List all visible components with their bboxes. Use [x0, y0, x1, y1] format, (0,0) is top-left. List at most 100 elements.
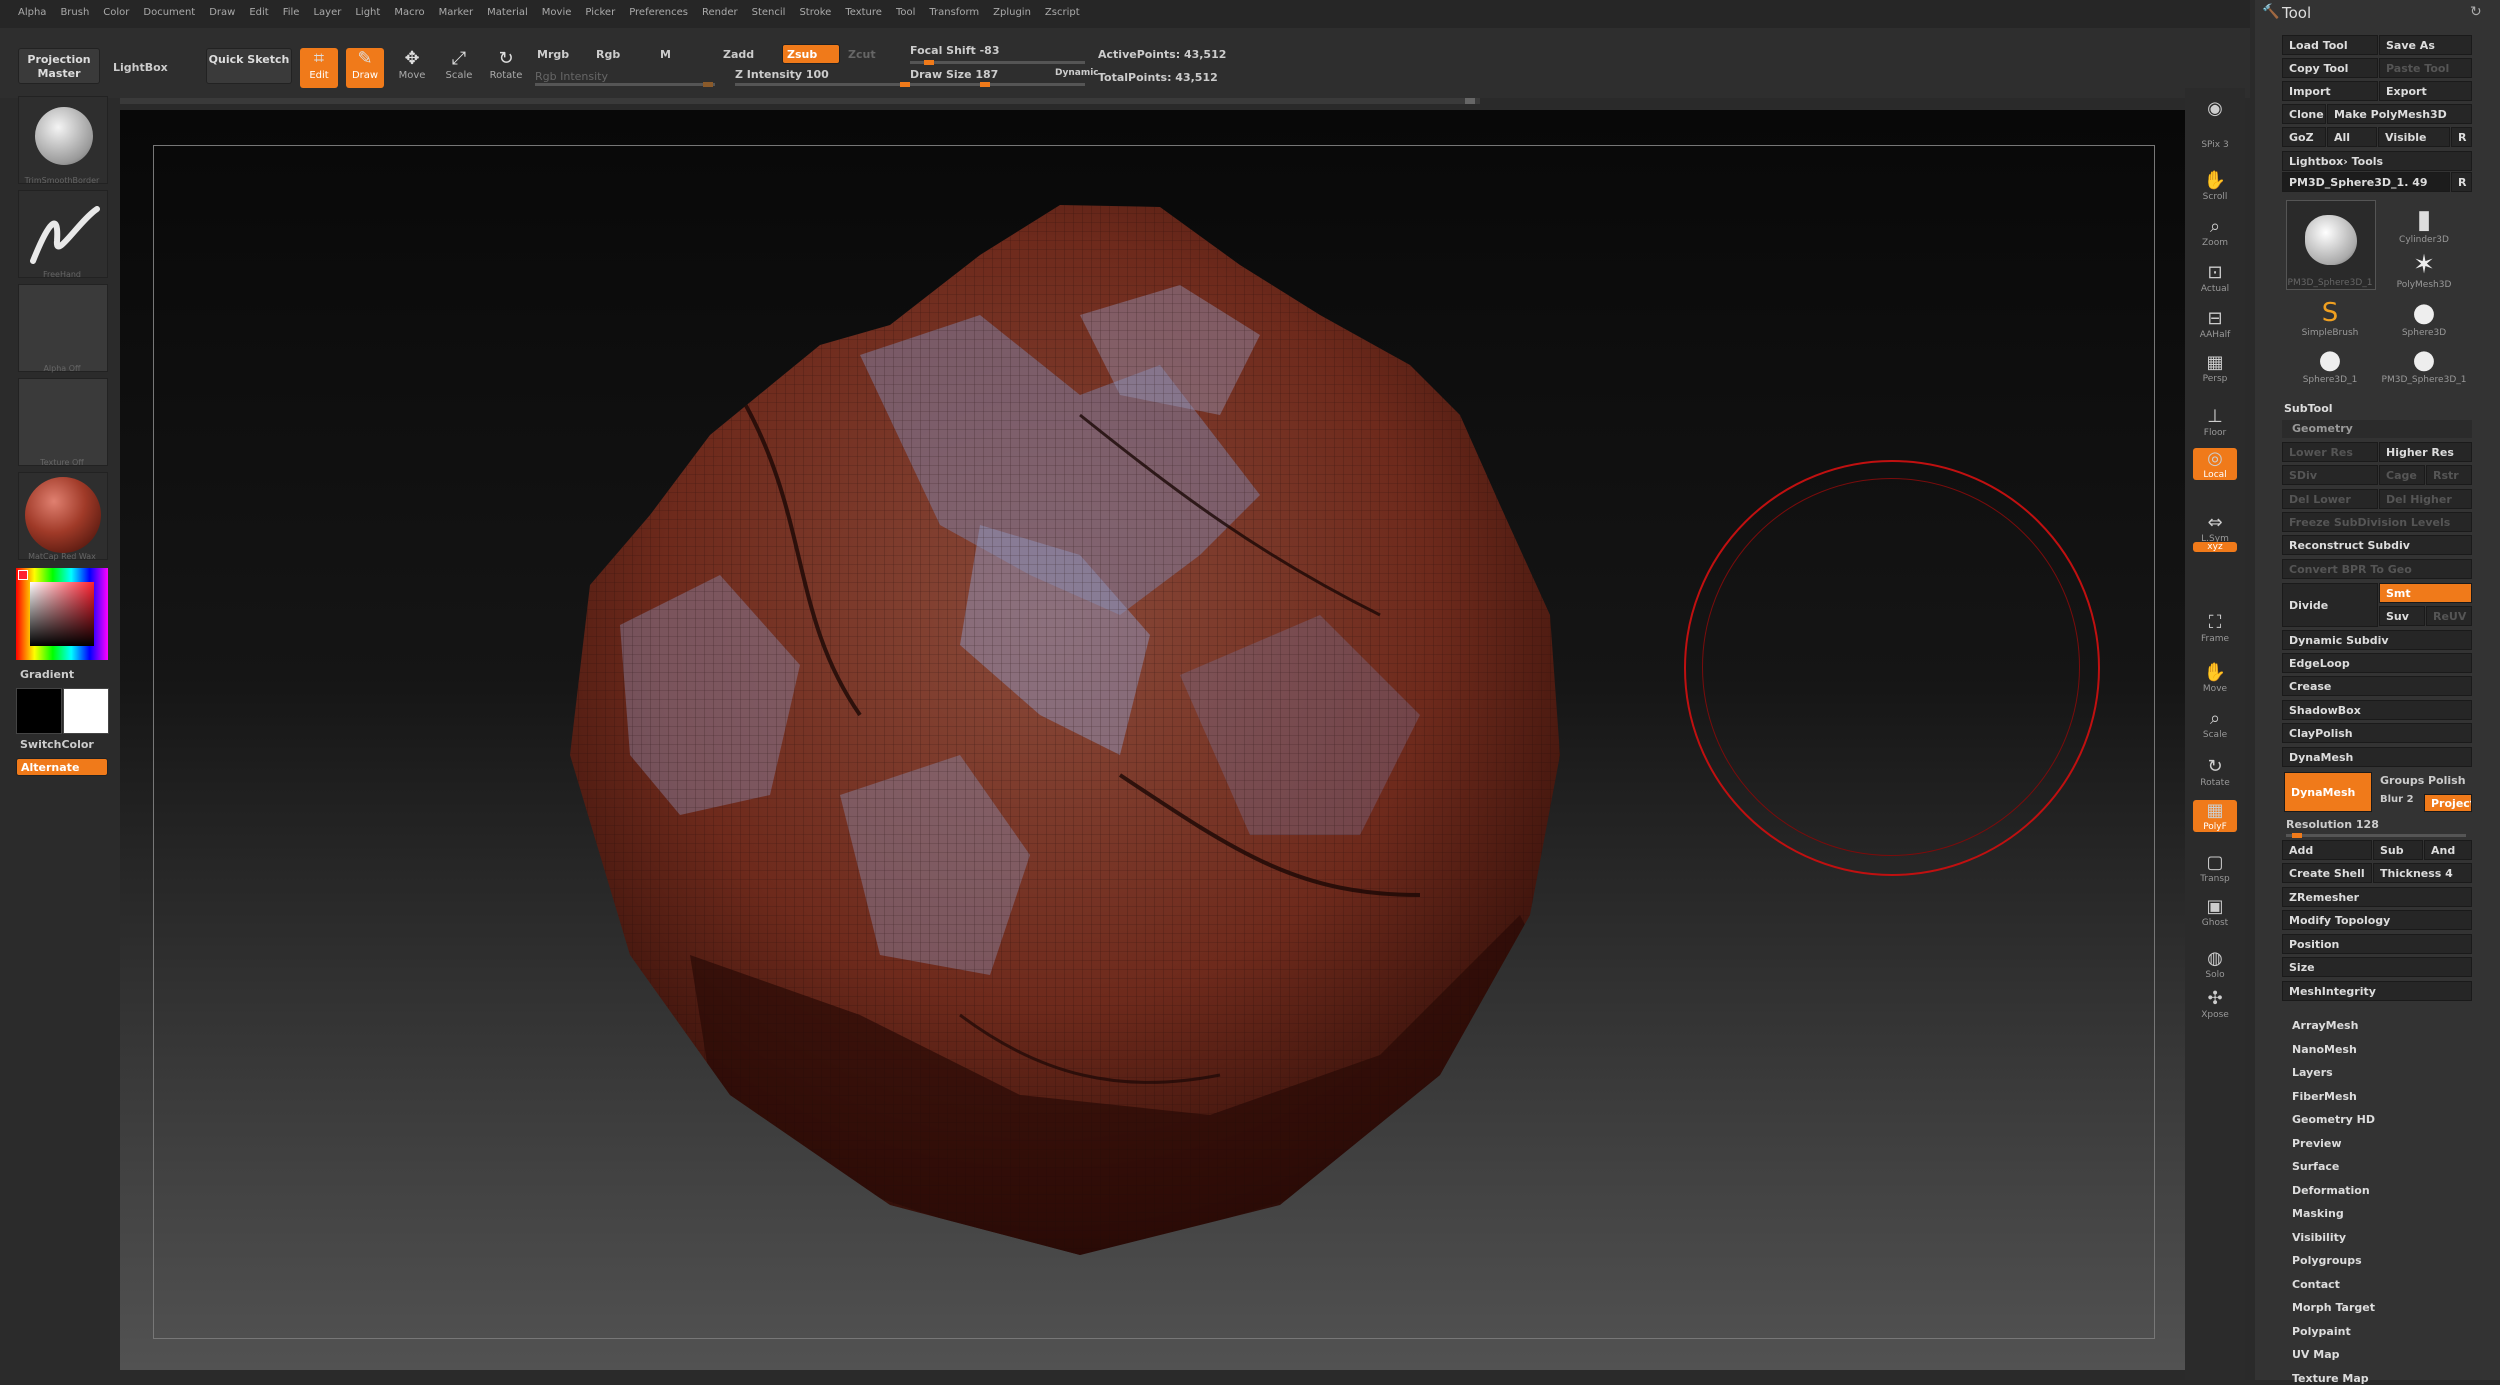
- xyz-button[interactable]: xyz: [2193, 542, 2237, 552]
- menu-picker[interactable]: Picker: [578, 1, 622, 18]
- subtool-section[interactable]: SubTool: [2284, 402, 2333, 415]
- section-uv-map[interactable]: UV Map: [2292, 1348, 2340, 1361]
- current-tool-r-button[interactable]: R: [2451, 172, 2472, 192]
- paste-tool-button[interactable]: Paste Tool: [2379, 58, 2472, 78]
- menu-file[interactable]: File: [276, 1, 307, 18]
- menu-color[interactable]: Color: [96, 1, 136, 18]
- tool-tile[interactable]: ▮ Cylinder3D: [2380, 205, 2468, 245]
- rgb-intensity-track[interactable]: [535, 82, 715, 87]
- position-section[interactable]: Position: [2282, 934, 2472, 954]
- section-arraymesh[interactable]: ArrayMesh: [2292, 1019, 2358, 1032]
- lightbox-button[interactable]: LightBox: [113, 61, 168, 74]
- convert-bpr-button[interactable]: Convert BPR To Geo: [2282, 559, 2472, 579]
- local-button[interactable]: ◎ Local: [2193, 448, 2237, 480]
- color-picker-square[interactable]: [30, 582, 94, 646]
- texture-thumbnail[interactable]: [18, 378, 108, 466]
- scale-button[interactable]: ⤢ Scale: [440, 48, 478, 86]
- menu-alpha[interactable]: Alpha: [0, 1, 53, 18]
- menu-movie[interactable]: Movie: [535, 1, 579, 18]
- menu-document[interactable]: Document: [136, 1, 202, 18]
- reuv-toggle[interactable]: ReUV: [2426, 606, 2472, 626]
- freeze-subdivision-levels-button[interactable]: Freeze SubDivision Levels: [2282, 512, 2472, 532]
- draw-button[interactable]: ✎ Draw: [346, 48, 384, 88]
- frame-button[interactable]: ⛶ Frame: [2193, 612, 2237, 644]
- add-button[interactable]: Add: [2282, 840, 2372, 860]
- solo-button[interactable]: ◍ Solo: [2193, 948, 2237, 980]
- polish-toggle[interactable]: Polish: [2428, 774, 2466, 787]
- section-layers[interactable]: Layers: [2292, 1066, 2333, 1079]
- resolution-slider[interactable]: Resolution 128: [2286, 818, 2379, 831]
- actual-button[interactable]: ⊡ Actual: [2193, 262, 2237, 294]
- spix-readout[interactable]: SPix 3: [2193, 140, 2237, 150]
- zremesher-section[interactable]: ZRemesher: [2282, 887, 2472, 907]
- dynamic-subdiv-section[interactable]: Dynamic Subdiv: [2282, 630, 2472, 650]
- dynamesh-section[interactable]: DynaMesh: [2282, 747, 2472, 767]
- m-button[interactable]: M: [660, 48, 671, 61]
- blur-slider[interactable]: Blur 2: [2380, 794, 2414, 805]
- claypolish-section[interactable]: ClayPolish: [2282, 723, 2472, 743]
- quick-sketch-button[interactable]: Quick Sketch: [206, 48, 292, 84]
- resolution-track[interactable]: [2286, 833, 2466, 838]
- create-shell-button[interactable]: Create Shell: [2282, 863, 2372, 883]
- rstr-button[interactable]: Rstr: [2426, 465, 2472, 485]
- sub-button[interactable]: Sub: [2373, 840, 2423, 860]
- tool-tile[interactable]: S SimpleBrush: [2286, 298, 2374, 338]
- menu-render[interactable]: Render: [695, 1, 745, 18]
- palette-popout-icon[interactable]: ↻: [2470, 4, 2482, 20]
- dynamic-button[interactable]: Dynamic: [1055, 68, 1099, 78]
- move-button[interactable]: ✥ Move: [393, 48, 431, 86]
- divide-button[interactable]: Divide: [2282, 583, 2378, 627]
- brush-thumbnail[interactable]: [18, 96, 108, 184]
- section-morph-target[interactable]: Morph Target: [2292, 1301, 2375, 1314]
- material-thumbnail[interactable]: [18, 472, 108, 560]
- section-geometry-hd[interactable]: Geometry HD: [2292, 1113, 2375, 1126]
- dynamesh-button[interactable]: DynaMesh: [2284, 772, 2372, 812]
- lightbox-tools-button[interactable]: Lightbox› Tools: [2282, 151, 2472, 171]
- zadd-button[interactable]: Zadd: [723, 48, 754, 61]
- reconstruct-subdiv-button[interactable]: Reconstruct Subdiv: [2282, 535, 2472, 555]
- sdiv-slider[interactable]: SDiv: [2282, 465, 2378, 485]
- draw-size-track[interactable]: [910, 82, 1085, 87]
- draw-size-slider[interactable]: Draw Size 187: [910, 68, 998, 81]
- menu-edit[interactable]: Edit: [242, 1, 275, 18]
- shadowbox-section[interactable]: ShadowBox: [2282, 700, 2472, 720]
- menu-light[interactable]: Light: [348, 1, 387, 18]
- higher-res-button[interactable]: Higher Res: [2379, 442, 2472, 462]
- menu-draw[interactable]: Draw: [202, 1, 242, 18]
- menu-zscript[interactable]: Zscript: [1038, 1, 1087, 18]
- thickness-slider[interactable]: Thickness 4: [2373, 863, 2472, 883]
- transp-button[interactable]: ▢ Transp: [2193, 852, 2237, 884]
- focal-shift-track[interactable]: [910, 60, 1085, 65]
- copy-tool-button[interactable]: Copy Tool: [2282, 58, 2378, 78]
- clone-button[interactable]: Clone: [2282, 104, 2326, 124]
- move-button[interactable]: ✋ Move: [2193, 662, 2237, 694]
- section-texture-map[interactable]: Texture Map: [2292, 1372, 2369, 1385]
- geometry-header[interactable]: Geometry: [2282, 420, 2472, 438]
- make-polymesh-button[interactable]: Make PolyMesh3D: [2327, 104, 2472, 124]
- floor-button[interactable]: ⊥ Floor: [2193, 406, 2237, 438]
- section-surface[interactable]: Surface: [2292, 1160, 2339, 1173]
- groups-toggle[interactable]: Groups: [2380, 774, 2424, 787]
- alpha-thumbnail[interactable]: [18, 284, 108, 372]
- crease-section[interactable]: Crease: [2282, 676, 2472, 696]
- section-contact[interactable]: Contact: [2292, 1278, 2340, 1291]
- menu-layer[interactable]: Layer: [306, 1, 348, 18]
- menu-marker[interactable]: Marker: [432, 1, 481, 18]
- lsym-button[interactable]: ⇔ L.Sym: [2193, 512, 2237, 544]
- polyf-button[interactable]: ▦ PolyF: [2193, 800, 2237, 832]
- meshintegrity-section[interactable]: MeshIntegrity: [2282, 981, 2472, 1001]
- section-fibermesh[interactable]: FiberMesh: [2292, 1090, 2357, 1103]
- secondary-color-swatch[interactable]: [63, 688, 109, 734]
- cage-button[interactable]: Cage: [2379, 465, 2425, 485]
- zoom-button[interactable]: ⌕ Zoom: [2193, 216, 2237, 248]
- switch-color-button[interactable]: SwitchColor: [20, 738, 94, 751]
- rotate-button[interactable]: ↻ Rotate: [487, 48, 525, 86]
- projection-master-button[interactable]: Projection Master: [18, 48, 100, 84]
- menu-brush[interactable]: Brush: [53, 1, 96, 18]
- del-lower-button[interactable]: Del Lower: [2282, 489, 2378, 509]
- rgb-intensity-slider[interactable]: Rgb Intensity: [535, 70, 608, 83]
- tool-tile[interactable]: ● Sphere3D: [2380, 298, 2468, 338]
- section-polypaint[interactable]: Polypaint: [2292, 1325, 2351, 1338]
- del-higher-button[interactable]: Del Higher: [2379, 489, 2472, 509]
- export-button[interactable]: Export: [2379, 81, 2472, 101]
